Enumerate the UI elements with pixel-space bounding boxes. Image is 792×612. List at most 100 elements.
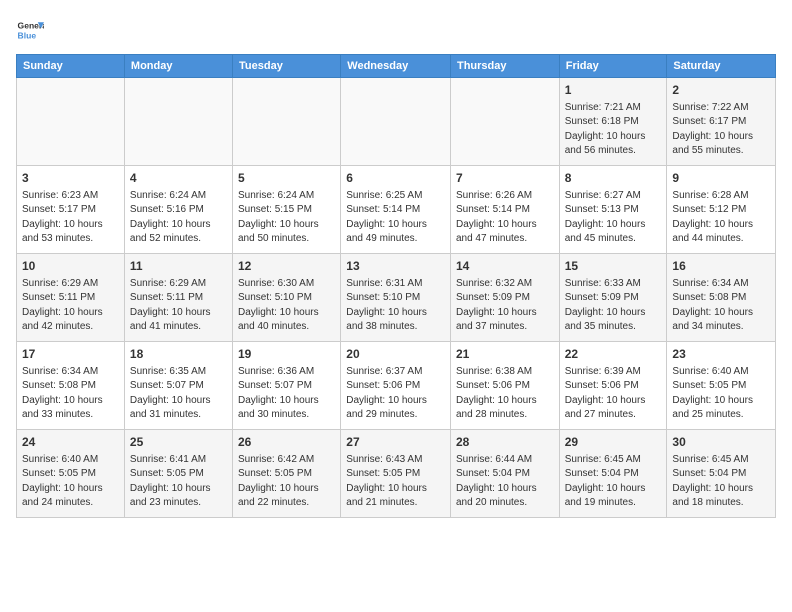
weekday-sunday: Sunday	[17, 55, 125, 78]
day-number: 1	[565, 82, 662, 99]
day-number: 5	[238, 170, 335, 187]
calendar-cell	[17, 78, 125, 166]
calendar-cell: 9 Sunrise: 6:28 AM Sunset: 5:12 PM Daylig…	[667, 166, 776, 254]
week-row-3: 10 Sunrise: 6:29 AM Sunset: 5:11 PM Dayli…	[17, 254, 776, 342]
calendar-cell	[450, 78, 559, 166]
day-info: Sunrise: 6:31 AM Sunset: 5:10 PM Dayligh…	[346, 277, 445, 335]
calendar-cell: 5 Sunrise: 6:24 AM Sunset: 5:15 PM Daylig…	[233, 166, 341, 254]
calendar-cell: 20 Sunrise: 6:37 AM Sunset: 5:06 PM Dayli…	[341, 342, 451, 430]
day-number: 17	[22, 346, 119, 363]
day-number: 19	[238, 346, 335, 363]
day-info: Sunrise: 6:23 AM Sunset: 5:17 PM Dayligh…	[22, 189, 119, 247]
calendar-cell: 17 Sunrise: 6:34 AM Sunset: 5:08 PM Dayli…	[17, 342, 125, 430]
day-number: 16	[672, 258, 770, 275]
day-number: 28	[456, 434, 554, 451]
day-number: 14	[456, 258, 554, 275]
day-number: 22	[565, 346, 662, 363]
day-info: Sunrise: 6:24 AM Sunset: 5:15 PM Dayligh…	[238, 189, 335, 247]
calendar-cell: 30Sunrise: 6:45 AM Sunset: 5:04 PM Dayli…	[667, 430, 776, 518]
day-info: Sunrise: 6:36 AM Sunset: 5:07 PM Dayligh…	[238, 365, 335, 423]
day-info: Sunrise: 6:41 AM Sunset: 5:05 PM Dayligh…	[130, 453, 227, 511]
calendar-cell: 25 Sunrise: 6:41 AM Sunset: 5:05 PM Dayli…	[124, 430, 232, 518]
day-info: Sunrise: 6:45 AM Sunset: 5:04 PM Dayligh…	[565, 453, 662, 511]
day-info: Sunrise: 7:21 AM Sunset: 6:18 PM Dayligh…	[565, 101, 662, 159]
day-info: Sunrise: 6:32 AM Sunset: 5:09 PM Dayligh…	[456, 277, 554, 335]
week-row-1: 1 Sunrise: 7:21 AM Sunset: 6:18 PM Daylig…	[17, 78, 776, 166]
day-number: 21	[456, 346, 554, 363]
calendar-cell: 18 Sunrise: 6:35 AM Sunset: 5:07 PM Dayli…	[124, 342, 232, 430]
day-number: 29	[565, 434, 662, 451]
calendar-cell	[233, 78, 341, 166]
day-info: Sunrise: 6:27 AM Sunset: 5:13 PM Dayligh…	[565, 189, 662, 247]
day-number: 11	[130, 258, 227, 275]
day-info: Sunrise: 6:45 AM Sunset: 5:04 PM Dayligh…	[672, 453, 770, 511]
day-number: 20	[346, 346, 445, 363]
day-number: 10	[22, 258, 119, 275]
calendar-cell	[124, 78, 232, 166]
day-info: Sunrise: 6:40 AM Sunset: 5:05 PM Dayligh…	[22, 453, 119, 511]
day-number: 26	[238, 434, 335, 451]
day-number: 23	[672, 346, 770, 363]
day-info: Sunrise: 6:26 AM Sunset: 5:14 PM Dayligh…	[456, 189, 554, 247]
calendar-cell: 8Sunrise: 6:27 AM Sunset: 5:13 PM Daylig…	[559, 166, 667, 254]
weekday-monday: Monday	[124, 55, 232, 78]
calendar: SundayMondayTuesdayWednesdayThursdayFrid…	[16, 54, 776, 518]
day-info: Sunrise: 6:34 AM Sunset: 5:08 PM Dayligh…	[22, 365, 119, 423]
weekday-thursday: Thursday	[450, 55, 559, 78]
day-info: Sunrise: 6:24 AM Sunset: 5:16 PM Dayligh…	[130, 189, 227, 247]
day-number: 27	[346, 434, 445, 451]
calendar-cell: 6 Sunrise: 6:25 AM Sunset: 5:14 PM Daylig…	[341, 166, 451, 254]
day-info: Sunrise: 6:39 AM Sunset: 5:06 PM Dayligh…	[565, 365, 662, 423]
calendar-cell: 12Sunrise: 6:30 AM Sunset: 5:10 PM Dayli…	[233, 254, 341, 342]
svg-text:Blue: Blue	[18, 31, 37, 41]
day-number: 25	[130, 434, 227, 451]
calendar-cell: 1 Sunrise: 7:21 AM Sunset: 6:18 PM Daylig…	[559, 78, 667, 166]
day-info: Sunrise: 6:34 AM Sunset: 5:08 PM Dayligh…	[672, 277, 770, 335]
calendar-cell: 29 Sunrise: 6:45 AM Sunset: 5:04 PM Dayli…	[559, 430, 667, 518]
day-number: 24	[22, 434, 119, 451]
day-info: Sunrise: 6:37 AM Sunset: 5:06 PM Dayligh…	[346, 365, 445, 423]
calendar-cell: 2 Sunrise: 7:22 AM Sunset: 6:17 PM Daylig…	[667, 78, 776, 166]
calendar-cell: 3 Sunrise: 6:23 AM Sunset: 5:17 PM Daylig…	[17, 166, 125, 254]
calendar-cell: 14 Sunrise: 6:32 AM Sunset: 5:09 PM Dayli…	[450, 254, 559, 342]
calendar-cell: 7 Sunrise: 6:26 AM Sunset: 5:14 PM Daylig…	[450, 166, 559, 254]
day-info: Sunrise: 6:40 AM Sunset: 5:05 PM Dayligh…	[672, 365, 770, 423]
day-info: Sunrise: 6:29 AM Sunset: 5:11 PM Dayligh…	[22, 277, 119, 335]
day-number: 4	[130, 170, 227, 187]
day-info: Sunrise: 6:30 AM Sunset: 5:10 PM Dayligh…	[238, 277, 335, 335]
calendar-cell: 15Sunrise: 6:33 AM Sunset: 5:09 PM Dayli…	[559, 254, 667, 342]
day-number: 13	[346, 258, 445, 275]
day-number: 3	[22, 170, 119, 187]
day-number: 9	[672, 170, 770, 187]
calendar-cell	[341, 78, 451, 166]
day-info: Sunrise: 6:42 AM Sunset: 5:05 PM Dayligh…	[238, 453, 335, 511]
day-number: 6	[346, 170, 445, 187]
week-row-5: 24 Sunrise: 6:40 AM Sunset: 5:05 PM Dayli…	[17, 430, 776, 518]
logo-icon: General Blue	[16, 16, 44, 44]
calendar-cell: 4 Sunrise: 6:24 AM Sunset: 5:16 PM Daylig…	[124, 166, 232, 254]
header: General Blue	[16, 16, 776, 44]
calendar-cell: 11Sunrise: 6:29 AM Sunset: 5:11 PM Dayli…	[124, 254, 232, 342]
calendar-cell: 16 Sunrise: 6:34 AM Sunset: 5:08 PM Dayli…	[667, 254, 776, 342]
weekday-wednesday: Wednesday	[341, 55, 451, 78]
weekday-header-row: SundayMondayTuesdayWednesdayThursdayFrid…	[17, 55, 776, 78]
day-info: Sunrise: 6:25 AM Sunset: 5:14 PM Dayligh…	[346, 189, 445, 247]
calendar-cell: 24 Sunrise: 6:40 AM Sunset: 5:05 PM Dayli…	[17, 430, 125, 518]
weekday-saturday: Saturday	[667, 55, 776, 78]
calendar-cell: 23 Sunrise: 6:40 AM Sunset: 5:05 PM Dayli…	[667, 342, 776, 430]
week-row-4: 17 Sunrise: 6:34 AM Sunset: 5:08 PM Dayli…	[17, 342, 776, 430]
day-info: Sunrise: 6:38 AM Sunset: 5:06 PM Dayligh…	[456, 365, 554, 423]
day-info: Sunrise: 7:22 AM Sunset: 6:17 PM Dayligh…	[672, 101, 770, 159]
day-number: 18	[130, 346, 227, 363]
calendar-cell: 26 Sunrise: 6:42 AM Sunset: 5:05 PM Dayli…	[233, 430, 341, 518]
day-info: Sunrise: 6:33 AM Sunset: 5:09 PM Dayligh…	[565, 277, 662, 335]
day-info: Sunrise: 6:43 AM Sunset: 5:05 PM Dayligh…	[346, 453, 445, 511]
day-info: Sunrise: 6:35 AM Sunset: 5:07 PM Dayligh…	[130, 365, 227, 423]
calendar-cell: 21 Sunrise: 6:38 AM Sunset: 5:06 PM Dayli…	[450, 342, 559, 430]
page: General Blue SundayMondayTuesdayWednesda…	[0, 0, 792, 612]
day-number: 7	[456, 170, 554, 187]
calendar-cell: 13 Sunrise: 6:31 AM Sunset: 5:10 PM Dayli…	[341, 254, 451, 342]
weekday-friday: Friday	[559, 55, 667, 78]
day-info: Sunrise: 6:28 AM Sunset: 5:12 PM Dayligh…	[672, 189, 770, 247]
day-number: 2	[672, 82, 770, 99]
